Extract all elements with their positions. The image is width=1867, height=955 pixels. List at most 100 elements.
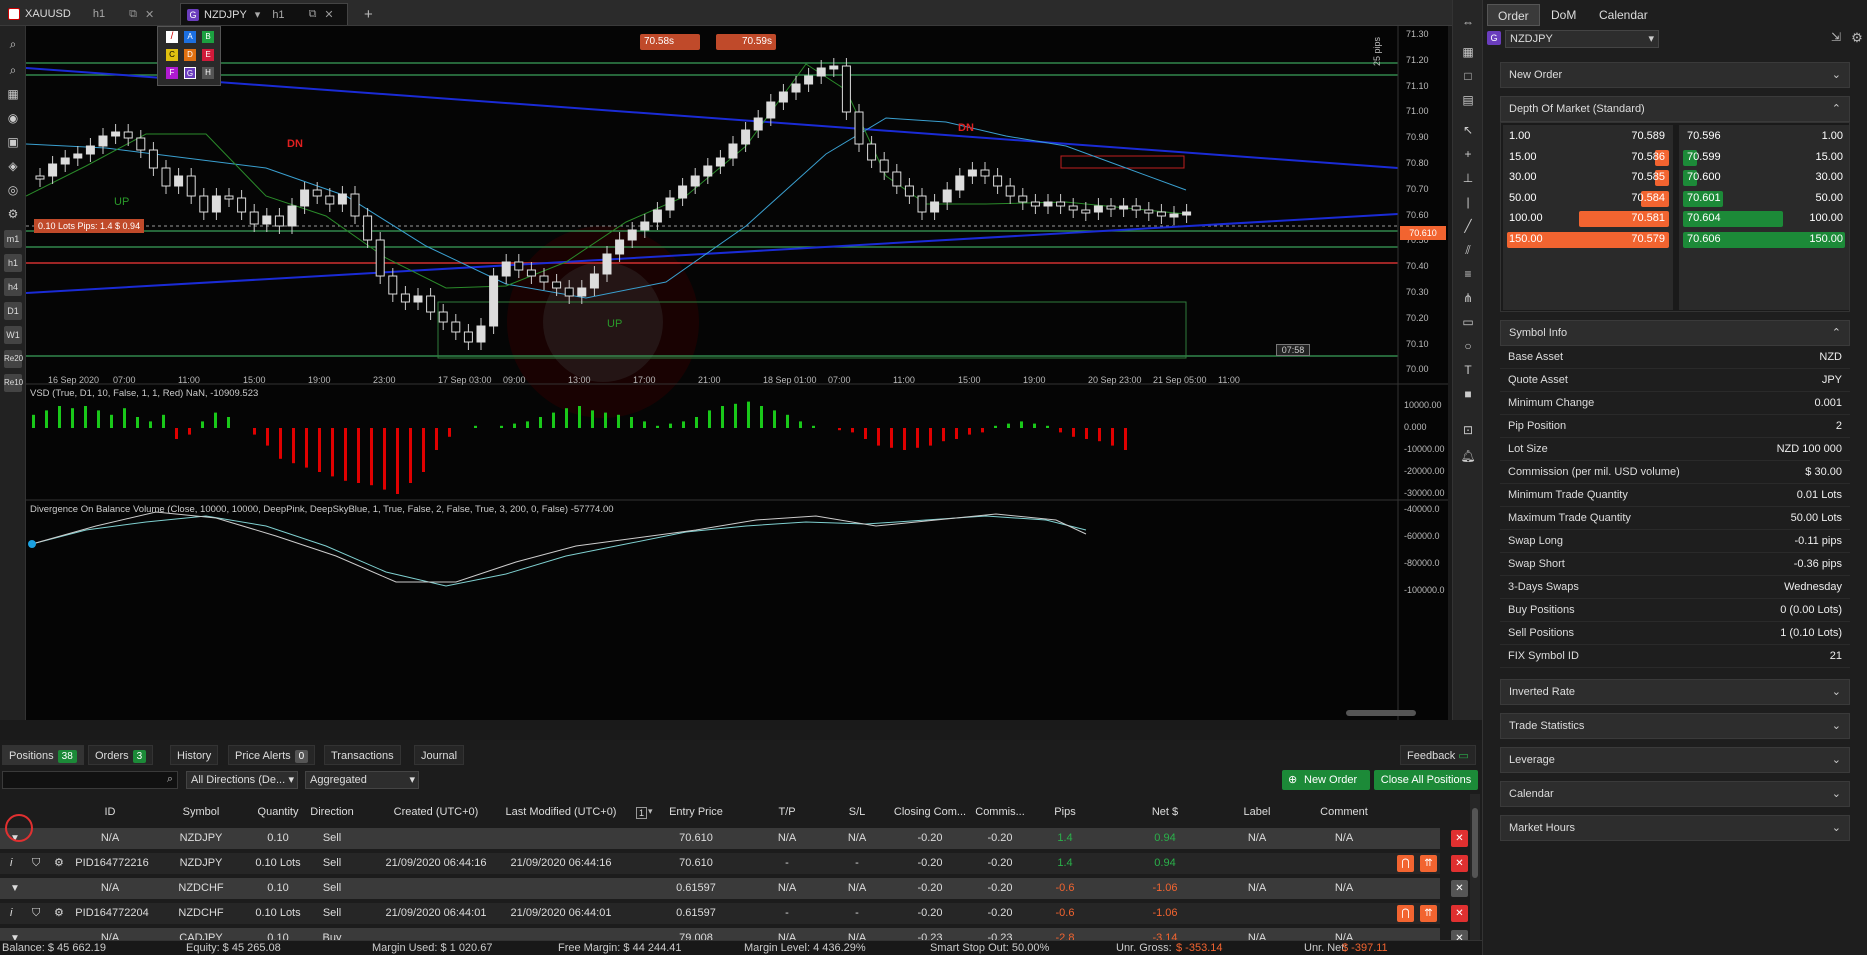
expand-icon[interactable]: ▼ [10,878,20,899]
alert-icon[interactable]: 🔔︎ [1458,446,1478,466]
reverse-position-button[interactable]: ⋂ [1397,905,1414,922]
column-header[interactable]: Symbol [166,806,236,818]
grid-icon[interactable]: ▦ [1458,42,1478,62]
double-position-button[interactable]: ⇈ [1420,905,1437,922]
settings-icon[interactable]: ⚙ [3,204,23,224]
close-group-button[interactable]: ✕ [1451,880,1468,897]
tab-positions[interactable]: Positions 38 [2,745,84,765]
tab-order[interactable]: Order [1487,4,1540,26]
detach-icon[interactable]: ⧉ [309,8,317,21]
palette-d[interactable]: D [184,49,196,61]
tab-calendar[interactable]: Calendar [1589,4,1658,26]
ellipse-icon[interactable]: ○ [1458,336,1478,356]
timeframe-h1[interactable]: h1 [4,254,22,272]
dom-ask-row[interactable]: 70.600 30.00 [1681,168,1847,188]
close-icon[interactable]: ✕ [324,8,333,21]
dom-bid-row[interactable]: 100.00 70.581 [1505,209,1671,229]
column-header[interactable]: Entry Price [646,806,746,818]
zoom-in-icon[interactable]: ⌕ [3,34,23,54]
column-header[interactable]: ID [80,806,140,818]
tab-xauusd[interactable]: XAUUSD h1 ⧉ ✕ [2,3,172,25]
timeframe-d1[interactable]: D1 [4,302,22,320]
pitchfork-icon[interactable]: ⋔ [1458,288,1478,308]
crosshair-icon[interactable]: + [1458,144,1478,164]
close-icon[interactable]: ✕ [145,8,154,21]
column-header[interactable]: Created (UTC+0) [376,806,496,818]
palette-f[interactable]: F [166,67,178,79]
palette-b[interactable]: B [202,31,214,43]
timeframe-renko20[interactable]: Re20 [4,350,23,368]
symbol-select[interactable]: NZDJPY ▾ [1505,30,1659,48]
dom-ask-row[interactable]: 70.606 150.00 [1681,230,1847,250]
dom-bid-row[interactable]: 150.00 70.579 [1505,230,1671,250]
cbot-icon[interactable]: ◉ [3,108,23,128]
gear-icon[interactable]: ⚙ [54,853,64,874]
palette-c[interactable]: C [166,49,178,61]
tab-orders[interactable]: Orders 3 [88,745,154,765]
new-order-button[interactable]: ⊕ New Order [1282,770,1370,790]
double-position-button[interactable]: ⇈ [1420,855,1437,872]
horizontal-line-icon[interactable]: ⊥ [1458,168,1478,188]
position-row[interactable]: i ⛉ ⚙ PID164772216 NZDJPY 0.10 Lots Sell 21/09/… [0,853,1468,874]
scrollbar-thumb[interactable] [1472,808,1478,878]
sort-chevron-icon[interactable]: ▾ [648,806,653,817]
close-group-button[interactable]: ✕ [1451,830,1468,847]
dom-ask-row[interactable]: 70.604 100.00 [1681,209,1847,229]
dom-ask-row[interactable]: 70.601 50.00 [1681,189,1847,209]
grouping-select[interactable]: Aggregated ▾ [305,771,419,789]
column-header[interactable]: T/P [752,806,822,818]
tab-transactions[interactable]: Transactions [324,745,401,765]
price-chart[interactable]: / A B C D E F G H 70.58s 70.59s DN DN UP… [26,26,1448,720]
section-leverage[interactable]: Leverage ⌄ [1500,747,1850,773]
camera-icon[interactable]: ⊡ [1458,420,1478,440]
position-row[interactable]: i ⛉ ⚙ PID164772204 NZDCHF 0.10 Lots Sell 21/09/… [0,903,1468,924]
cursor-icon[interactable]: ↖ [1458,120,1478,140]
chart-type-icon[interactable]: ▦ [3,84,23,104]
sell-quick-button[interactable]: 70.58s [640,34,700,50]
direction-filter[interactable]: All Directions (De... ▾ [186,771,298,789]
close-all-positions-button[interactable]: Close All Positions [1374,770,1478,790]
tab-price-alerts[interactable]: Price Alerts 0 [228,745,316,765]
column-header[interactable]: Direction [302,806,362,818]
gear-icon[interactable]: ⚙ [1849,30,1865,46]
new-order-section[interactable]: New Order ⌄ [1500,62,1850,88]
palette-g[interactable]: G [184,67,196,79]
palette-a[interactable]: A [184,31,196,43]
gear-icon[interactable]: ⚙ [54,903,64,924]
trade-icon[interactable]: ▣ [3,132,23,152]
sort-badge[interactable]: 1 [636,807,647,819]
reverse-position-button[interactable]: ⋂ [1397,855,1414,872]
position-group-row[interactable]: ▼ N/A NZDCHF 0.10 Sell 0.61597 N/A N/A -0.20 -0.2… [0,878,1468,899]
timeframe-h4[interactable]: h4 [4,278,22,296]
symbol-info-header[interactable]: Symbol Info ⌃ [1500,320,1850,346]
palette-e[interactable]: E [202,49,214,61]
section-market-hours[interactable]: Market Hours ⌄ [1500,815,1850,841]
info-icon[interactable]: i [10,853,12,874]
tab-journal[interactable]: Journal [414,745,465,765]
shield-icon[interactable]: ⛉ [32,903,40,924]
layout-icon[interactable]: ▤ [1458,90,1478,110]
tab-dom[interactable]: DoM [1541,4,1586,26]
column-header[interactable]: Commis... [970,806,1030,818]
shield-icon[interactable]: ⛉ [32,853,40,874]
column-header[interactable]: Comment [1304,806,1384,818]
panel-toggle-icon[interactable]: ⇔ [1458,12,1478,32]
trendline[interactable] [26,67,1399,169]
tab-history[interactable]: History [170,745,219,765]
close-position-button[interactable]: ✕ [1451,855,1468,872]
vsd-indicator-label[interactable]: VSD (True, D1, 10, False, 1, 1, Red) NaN… [30,388,258,399]
column-header[interactable]: Pips [1030,806,1100,818]
position-tag[interactable]: 0.10 Lots Pips: 1.4 $ 0.94 [34,219,145,233]
section-calendar[interactable]: Calendar ⌄ [1500,781,1850,807]
table-scrollbar[interactable] [1470,794,1480,940]
single-chart-icon[interactable]: □ [1458,66,1478,86]
color-icon[interactable]: ■ [1458,384,1478,404]
vertical-line-icon[interactable]: | [1458,192,1478,212]
timeframe-m1[interactable]: m1 [4,230,22,248]
timeframe-renko10[interactable]: Re10 [4,374,23,392]
column-header[interactable]: Label [1212,806,1302,818]
fibonacci-icon[interactable]: ≡ [1458,264,1478,284]
channel-icon[interactable]: ⫽ [1458,240,1478,260]
eye-icon[interactable]: ◎ [3,180,23,200]
palette-h[interactable]: H [202,67,214,79]
